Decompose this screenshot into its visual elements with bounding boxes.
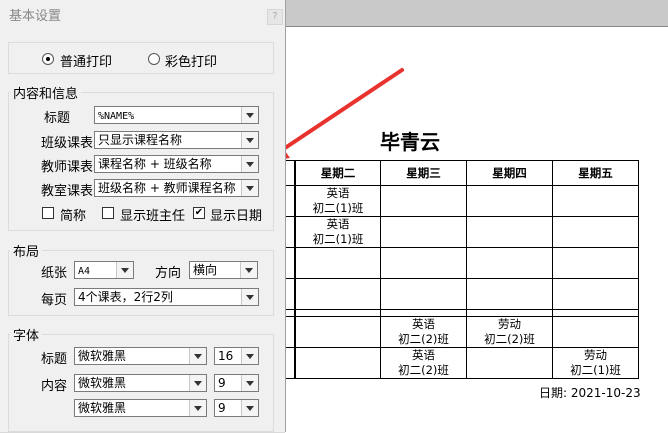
- checkbox-show-head-teacher-label[interactable]: 显示班主任: [120, 205, 185, 224]
- checkbox-abbreviation-label[interactable]: 简称: [60, 205, 86, 224]
- checkbox-abbreviation[interactable]: [42, 207, 54, 219]
- radio-color-print-label[interactable]: 彩色打印: [165, 51, 217, 70]
- checkbox-show-head-teacher[interactable]: [102, 207, 114, 219]
- room-schedule-combo[interactable]: 班级名称 + 教师课程名称: [94, 179, 259, 197]
- chevron-down-icon[interactable]: [241, 156, 258, 172]
- chevron-down-icon[interactable]: [189, 348, 206, 364]
- paper-label: 纸张: [41, 266, 68, 281]
- font-content-label: 内容: [41, 379, 68, 394]
- content-font-combo[interactable]: 微软雅黑: [74, 374, 207, 392]
- paper-combo[interactable]: A4: [74, 261, 134, 279]
- chevron-down-icon[interactable]: [241, 289, 258, 305]
- per-page-label: 每页: [41, 293, 68, 308]
- class-schedule-label: 班级课表: [41, 136, 94, 151]
- extra-font-combo[interactable]: 微软雅黑: [74, 399, 207, 417]
- title-combo[interactable]: %NAME%: [94, 106, 259, 124]
- chevron-down-icon[interactable]: [241, 375, 258, 391]
- chevron-down-icon[interactable]: [241, 400, 258, 416]
- chevron-down-icon[interactable]: [116, 262, 133, 278]
- chevron-down-icon[interactable]: [241, 132, 258, 148]
- teacher-schedule-label: 教师课表: [41, 160, 94, 175]
- dialog-titlebar[interactable]: 基本设置 ?: [0, 0, 285, 26]
- title-font-combo[interactable]: 微软雅黑: [74, 347, 207, 365]
- font-title-label: 标题: [41, 352, 68, 367]
- radio-normal-print[interactable]: [42, 53, 54, 65]
- font-group-label: 字体: [10, 325, 43, 344]
- radio-color-print[interactable]: [148, 53, 160, 65]
- title-size-combo[interactable]: 16: [214, 347, 259, 365]
- title-label: 标题: [44, 111, 71, 126]
- orientation-combo[interactable]: 横向: [189, 261, 258, 279]
- orientation-label: 方向: [155, 266, 182, 281]
- per-page-combo[interactable]: 4个课表，2行2列: [74, 288, 259, 306]
- content-size-combo[interactable]: 9: [214, 374, 259, 392]
- extra-size-combo[interactable]: 9: [214, 399, 259, 417]
- chevron-down-icon[interactable]: [241, 107, 258, 123]
- settings-dialog: 基本设置 ? 普通打印 彩色打印 内容和信息 标题 %NAME% 班级课表 只显…: [0, 0, 286, 432]
- chevron-down-icon[interactable]: [189, 400, 206, 416]
- radio-normal-print-label[interactable]: 普通打印: [60, 51, 112, 70]
- chevron-down-icon[interactable]: [241, 348, 258, 364]
- chevron-down-icon[interactable]: [241, 180, 258, 196]
- dialog-title: 基本设置: [9, 9, 62, 24]
- layout-group-label: 布局: [10, 241, 43, 260]
- teacher-schedule-combo[interactable]: 课程名称 + 班级名称: [94, 155, 259, 173]
- checkbox-show-date[interactable]: ✔: [193, 207, 205, 219]
- help-button[interactable]: ?: [267, 9, 283, 25]
- class-schedule-combo[interactable]: 只显示课程名称: [94, 131, 259, 149]
- checkbox-show-date-label[interactable]: 显示日期: [210, 205, 262, 224]
- chevron-down-icon[interactable]: [189, 375, 206, 391]
- room-schedule-label: 教室课表: [41, 184, 94, 199]
- content-info-group-label: 内容和信息: [10, 83, 82, 102]
- chevron-down-icon[interactable]: [240, 262, 257, 278]
